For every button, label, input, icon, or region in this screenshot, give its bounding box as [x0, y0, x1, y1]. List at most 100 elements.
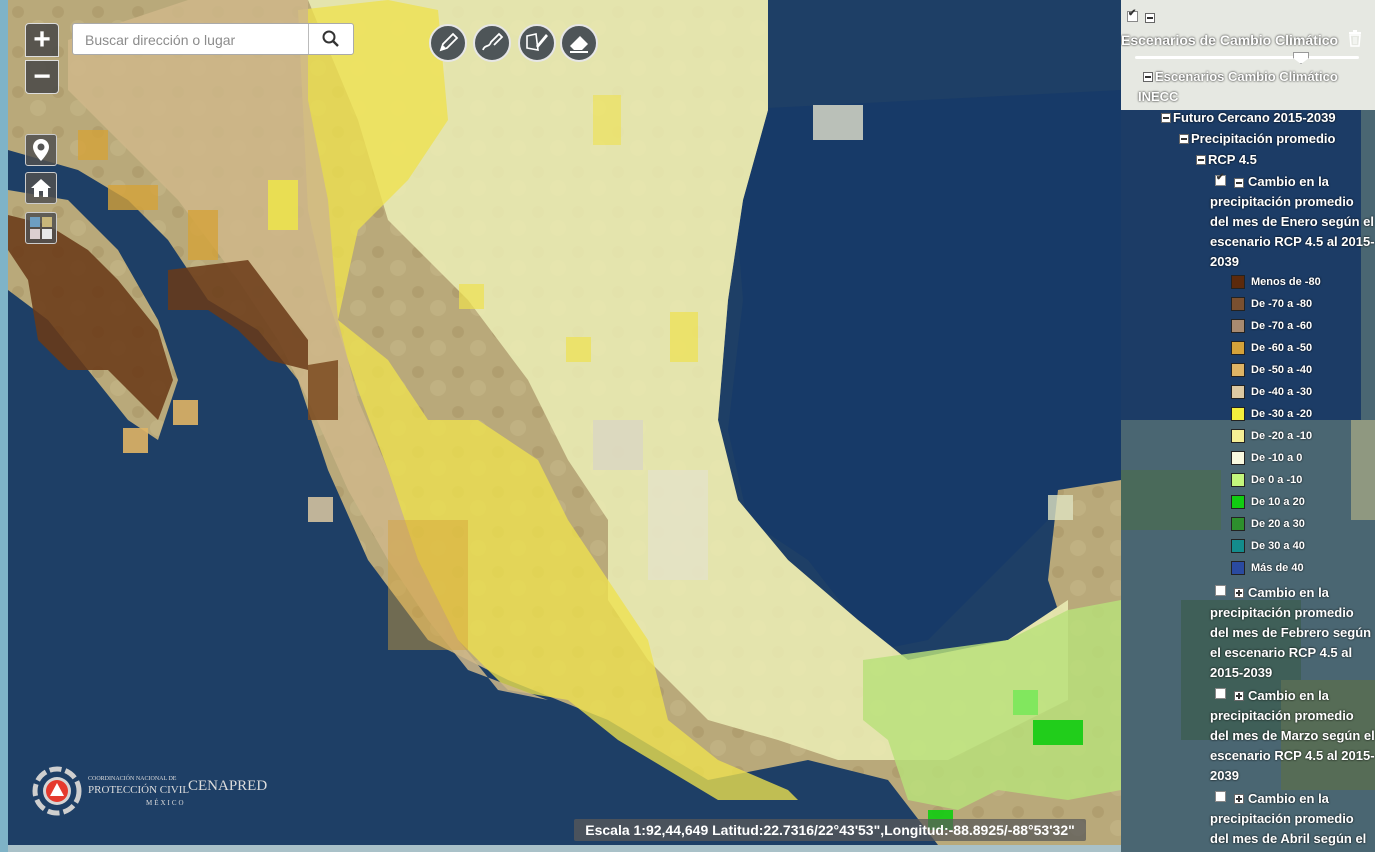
zoom-out-button[interactable]: − — [25, 60, 59, 94]
legend-swatch — [1231, 473, 1245, 487]
scale-coordinates-bar: Escala 1:92,44,649 Latitud:22.7316/22°43… — [574, 819, 1086, 841]
overlay-green-block — [1033, 720, 1083, 745]
overlay-ochre-block — [388, 520, 468, 650]
tree-period-label[interactable]: Futuro Cercano 2015-2039 — [1173, 108, 1336, 128]
legend-swatch — [1231, 275, 1245, 289]
legend-swatch — [1231, 297, 1245, 311]
tree-scenario-label[interactable]: RCP 4.5 — [1208, 150, 1257, 170]
tree-root-label[interactable]: Escenarios Cambio Climático INECC — [1138, 67, 1368, 107]
overlay-ochre-block — [108, 185, 158, 210]
legend-label: De -70 a -80 — [1251, 297, 1313, 310]
overlay-ochre-block — [188, 210, 218, 260]
legend-swatch — [1231, 561, 1245, 575]
draw-point-tool[interactable] — [429, 24, 467, 62]
draw-line-tool[interactable] — [473, 24, 511, 62]
legend-label: De -10 a 0 — [1251, 451, 1303, 464]
layer-panel: Escenarios de Cambio Climático Escenario… — [1121, 0, 1375, 852]
logo-text-cenapred: CENAPRED — [188, 778, 268, 794]
pencil-icon — [439, 32, 459, 52]
tree-variable-label[interactable]: Precipitación promedio — [1191, 129, 1335, 149]
legend-item: De -30 a -20 — [1231, 407, 1312, 425]
opacity-slider-track[interactable] — [1135, 56, 1359, 59]
legend-item: De 10 a 20 — [1231, 495, 1305, 513]
overlay-grey-block — [813, 105, 863, 140]
legend-item: De -70 a -80 — [1231, 297, 1312, 315]
panel-collapse-toggle[interactable] — [1145, 13, 1155, 23]
search-button[interactable] — [308, 24, 353, 54]
legend-label: Menos de -80 — [1251, 275, 1321, 288]
overlay-grey-block — [648, 470, 708, 580]
legend-label: De -30 a -20 — [1251, 407, 1313, 420]
legend-item: De -10 a 0 — [1231, 451, 1302, 469]
layer-label[interactable]: Cambio en la precipitación promedio del … — [1210, 686, 1375, 786]
legend-item: De 20 a 30 — [1231, 517, 1305, 535]
overlay-ochre-block — [123, 428, 148, 453]
map-canvas[interactable] — [8, 0, 1121, 845]
legend-label: De 30 a 40 — [1251, 539, 1305, 552]
tree-toggle-period[interactable] — [1161, 113, 1171, 123]
logo-text-proteccion: PROTECCIÓN CIVIL — [88, 784, 190, 796]
overlay-ochre-block — [78, 130, 108, 160]
panel-title: Escenarios de Cambio Climático — [1121, 32, 1339, 48]
legend-label: De -50 a -40 — [1251, 363, 1313, 376]
zoom-in-button[interactable]: + — [25, 23, 59, 57]
overlay-yellow-block — [268, 180, 298, 230]
search-box — [72, 23, 354, 55]
search-input[interactable] — [77, 26, 313, 54]
legend-label: De 10 a 20 — [1251, 495, 1305, 508]
layer-label[interactable]: Cambio en la precipitación promedio del … — [1210, 583, 1375, 683]
legend-swatch — [1231, 385, 1245, 399]
proteccion-civil-logo-icon — [32, 766, 82, 816]
layer-label[interactable]: Cambio en la precipitación promedio del … — [1210, 789, 1375, 849]
legend-item: Más de 40 — [1231, 561, 1304, 579]
draw-line-icon — [482, 32, 504, 51]
legend-label: De 20 a 30 — [1251, 517, 1305, 530]
legend-swatch — [1231, 429, 1245, 443]
map-pin-icon — [33, 139, 49, 161]
layer-label[interactable]: Cambio en la precipitación promedio del … — [1210, 172, 1375, 272]
legend-label: De -20 a -10 — [1251, 429, 1313, 442]
legend-item: De -50 a -40 — [1231, 363, 1312, 381]
logo-text-mexico: MÉXICO — [146, 799, 186, 807]
legend-item: De 0 a -10 — [1231, 473, 1302, 491]
legend-swatch — [1231, 319, 1245, 333]
legend-label: Más de 40 — [1251, 561, 1304, 574]
legend-swatch — [1231, 517, 1245, 531]
tree-toggle-variable[interactable] — [1179, 134, 1189, 144]
legend-label: De 0 a -10 — [1251, 473, 1303, 486]
legend-swatch — [1231, 363, 1245, 377]
overlay-tan-block — [308, 497, 333, 522]
overlay-brown-coast — [308, 360, 338, 420]
overlay-yellow-block — [593, 95, 621, 145]
panel-visibility-checkbox[interactable] — [1127, 8, 1138, 22]
overlay-yellow-block — [670, 312, 698, 362]
map-view[interactable]: + − Buscar dirección o lugar COORDINACIÓ… — [8, 0, 1121, 845]
overlay-yellow-block — [459, 284, 484, 309]
search-icon — [322, 30, 339, 47]
home-icon — [31, 179, 51, 197]
home-button[interactable] — [25, 172, 57, 204]
overlay-grey-block — [593, 420, 643, 470]
draw-polygon-tool[interactable] — [518, 24, 556, 62]
legend-item: De -60 a -50 — [1231, 341, 1312, 359]
legend-item: Menos de -80 — [1231, 275, 1321, 293]
logo-text-coordinacion: COORDINACIÓN NACIONAL DE — [88, 776, 177, 782]
overlay-yellow-block — [566, 337, 591, 362]
cenapred-logo: COORDINACIÓN NACIONAL DE PROTECCIÓN CIVI… — [32, 762, 282, 822]
basemap-gallery-button[interactable] — [25, 212, 57, 244]
basemap-grid-icon — [30, 217, 52, 239]
legend-swatch — [1231, 341, 1245, 355]
locate-button[interactable] — [25, 134, 57, 166]
legend-swatch — [1231, 407, 1245, 421]
legend-label: De -40 a -30 — [1251, 385, 1313, 398]
overlay-grey-block — [1048, 495, 1073, 520]
tree-toggle-scenario[interactable] — [1196, 155, 1206, 165]
legend-item: De -20 a -10 — [1231, 429, 1312, 447]
trash-icon[interactable] — [1347, 29, 1363, 47]
legend-item: De 30 a 40 — [1231, 539, 1305, 557]
legend-swatch — [1231, 451, 1245, 465]
legend-item: De -40 a -30 — [1231, 385, 1312, 403]
overlay-ochre-block — [173, 400, 198, 425]
eraser-tool[interactable] — [560, 24, 598, 62]
legend-swatch — [1231, 495, 1245, 509]
